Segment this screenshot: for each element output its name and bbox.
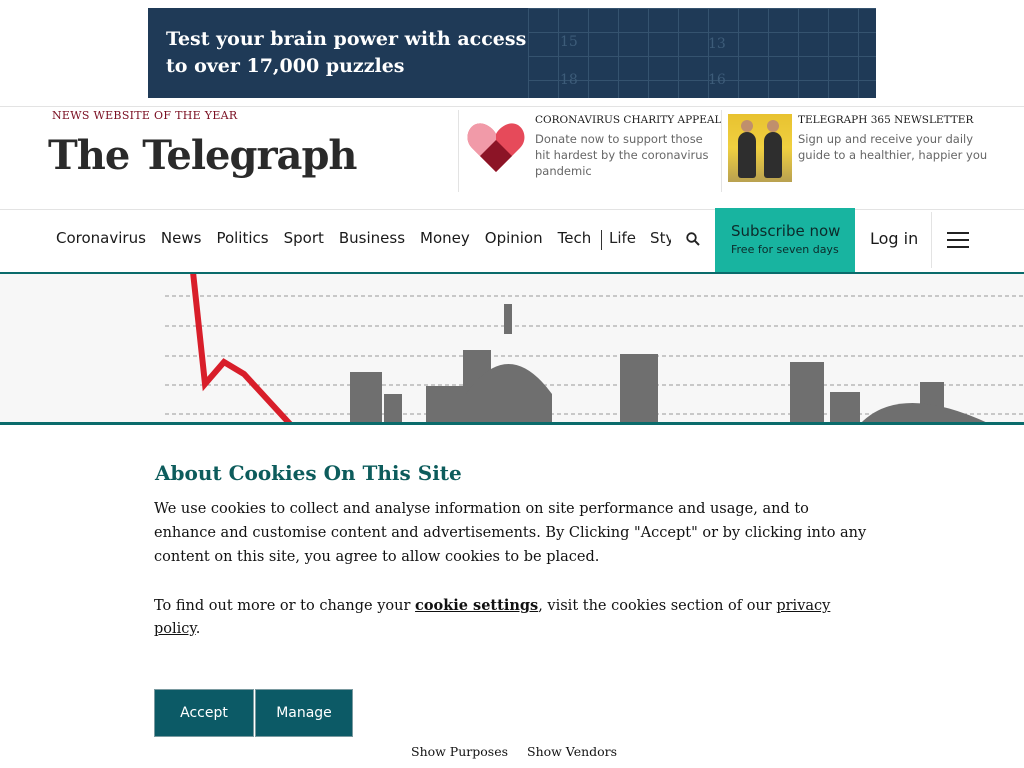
nav-item-style[interactable]: Style xyxy=(650,229,671,247)
grid-number: 16 xyxy=(708,72,726,88)
show-purposes-link[interactable]: Show Purposes xyxy=(411,744,508,759)
cookie-more-suffix: . xyxy=(195,621,201,637)
nav-item-business[interactable]: Business xyxy=(339,229,405,247)
charity-text-line[interactable]: pandemic xyxy=(535,164,592,178)
hero-skyline-image xyxy=(0,274,1024,424)
cookie-text-line: content on this site, you agree to allow… xyxy=(154,549,600,565)
cookie-settings-link[interactable]: cookie settings xyxy=(415,597,538,614)
accept-button[interactable]: Accept xyxy=(154,689,254,737)
grid-number: 18 xyxy=(560,72,578,88)
runner-figure xyxy=(738,120,756,178)
show-vendors-link[interactable]: Show Vendors xyxy=(527,744,617,759)
subscribe-sublabel: Free for seven days xyxy=(731,243,839,256)
subscribe-label[interactable]: Subscribe now xyxy=(731,222,840,240)
ad-headline-line-1[interactable]: Test your brain power with access xyxy=(166,28,526,50)
award-label: NEWS WEBSITE OF THE YEAR xyxy=(52,109,238,122)
nav-item-tech[interactable]: Tech xyxy=(558,229,592,247)
login-link[interactable]: Log in xyxy=(870,229,918,248)
privacy-policy-link-continued[interactable]: policy xyxy=(154,621,196,637)
newsletter-text-line[interactable]: Sign up and receive your daily xyxy=(798,132,973,146)
nav-item-news[interactable]: News xyxy=(161,229,202,247)
nav-item-life[interactable]: Life xyxy=(609,229,636,247)
cookie-more-info-line: To find out more or to change your cooki… xyxy=(154,597,830,614)
nav-divider xyxy=(931,212,932,268)
nav-item-money[interactable]: Money xyxy=(420,229,470,247)
manage-button[interactable]: Manage xyxy=(255,689,353,737)
nav-links: Coronavirus News Politics Sport Business… xyxy=(56,229,591,247)
charity-text-line[interactable]: Donate now to support those xyxy=(535,132,703,146)
charity-text-line[interactable]: hit hardest by the coronavirus xyxy=(535,148,709,162)
cookie-dialog-title: About Cookies On This Site xyxy=(155,461,462,485)
nav-item-opinion[interactable]: Opinion xyxy=(485,229,543,247)
nav-item-coronavirus[interactable]: Coronavirus xyxy=(56,229,146,247)
grid-number: 13 xyxy=(708,36,726,52)
hero-bottom-rule xyxy=(0,422,1024,425)
runner-figure xyxy=(764,120,782,178)
cookie-more-prefix: To find out more or to change your xyxy=(154,598,416,614)
newsletter-title[interactable]: TELEGRAPH 365 NEWSLETTER xyxy=(798,114,973,126)
header-divider xyxy=(721,110,722,192)
newsletter-runners-image[interactable] xyxy=(728,114,792,182)
ad-headline-line-2[interactable]: to over 17,000 puzzles xyxy=(166,55,405,77)
charity-heart-icon[interactable] xyxy=(466,118,526,174)
newsletter-text-line[interactable]: guide to a healthier, happier you xyxy=(798,148,987,162)
grid-number: 15 xyxy=(560,34,578,50)
charity-appeal-title[interactable]: CORONAVIRUS CHARITY APPEAL xyxy=(535,114,721,126)
skyline-illustration xyxy=(165,274,1024,424)
subscribe-button[interactable]: Subscribe now Free for seven days xyxy=(715,208,855,272)
telegraph-logo[interactable]: The Telegraph xyxy=(48,132,358,179)
cookie-more-info-line-2: policy. xyxy=(154,621,200,637)
search-icon[interactable] xyxy=(686,232,700,246)
hamburger-menu-icon[interactable] xyxy=(947,232,969,250)
ad-banner[interactable]: 15 13 18 16 Test your brain power with a… xyxy=(148,8,876,98)
cookie-more-middle: , visit the cookies section of our xyxy=(538,598,777,614)
manage-button-label[interactable]: Manage xyxy=(276,705,332,721)
nav-item-sport[interactable]: Sport xyxy=(284,229,324,247)
privacy-policy-link[interactable]: privacy xyxy=(776,598,830,614)
cookie-text-line: enhance and customise content and advert… xyxy=(154,525,867,541)
header-divider xyxy=(458,110,459,192)
nav-item-politics[interactable]: Politics xyxy=(216,229,268,247)
cookie-text-line: We use cookies to collect and analyse in… xyxy=(154,501,809,517)
nav-scroll-divider xyxy=(601,230,602,250)
puzzle-grid-graphic xyxy=(528,8,876,98)
nav-overflow-links[interactable]: Life Style xyxy=(609,229,671,247)
accept-button-label[interactable]: Accept xyxy=(180,705,228,721)
